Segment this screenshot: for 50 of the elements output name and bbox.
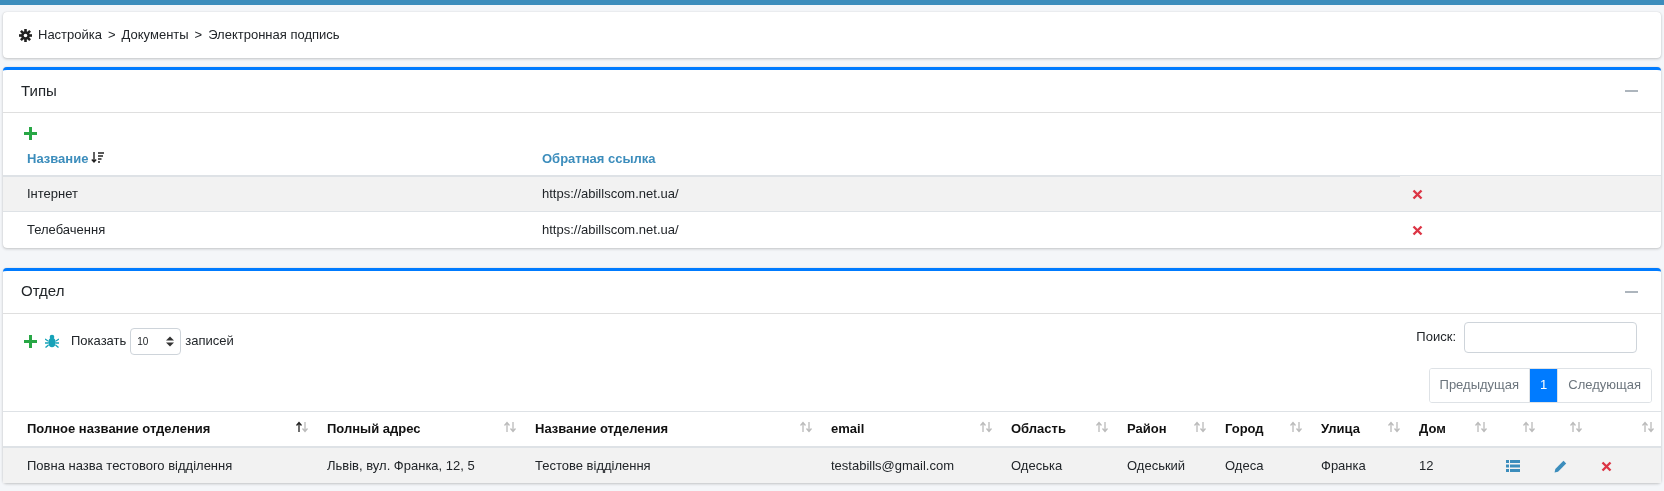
table-cell: Одеська <box>1011 457 1063 473</box>
delete-icon[interactable] <box>1412 188 1423 200</box>
table-cell: https://abillscom.net.ua/ <box>542 186 679 201</box>
column-header[interactable]: Название <box>27 150 89 166</box>
column-header[interactable]: Район <box>1127 421 1167 436</box>
add-icon[interactable] <box>24 334 37 348</box>
column-header[interactable]: Город <box>1225 421 1264 436</box>
pagination-button[interactable]: 1 <box>1529 368 1558 402</box>
column-header[interactable]: email <box>831 421 865 436</box>
table-cell: Повна назва тестового відділення <box>27 457 233 473</box>
pagination-button[interactable]: Следующая <box>1557 368 1651 402</box>
table-cell: Одеський <box>1127 457 1186 473</box>
column-header[interactable]: Улица <box>1321 421 1360 436</box>
column-header[interactable]: Дом <box>1419 421 1446 436</box>
list-icon[interactable] <box>1506 460 1520 473</box>
breadcrumb-separator: > <box>194 26 203 45</box>
column-header[interactable]: Полный адрес <box>327 421 421 436</box>
search-field[interactable] <box>1464 321 1637 353</box>
sort-icon[interactable] <box>295 420 309 433</box>
column-header[interactable]: Название отделения <box>535 421 668 436</box>
table-cell: Тестове відділення <box>535 457 651 473</box>
table-cell: Телебачення <box>27 222 106 237</box>
table-cell: 12 <box>1419 457 1434 473</box>
table-cell: testabills@gmail.com <box>831 457 954 473</box>
table-cell: https://abillscom.net.ua/ <box>542 222 679 237</box>
delete-icon[interactable] <box>1412 225 1423 237</box>
updown-icon <box>166 335 175 347</box>
settings-icon <box>19 28 32 42</box>
breadcrumb-link[interactable]: Настройка <box>38 25 102 45</box>
search-label: Поиск: <box>1416 328 1456 347</box>
panel-title: Отдел <box>21 281 65 302</box>
panel-title: Типы <box>21 80 57 101</box>
add-icon[interactable] <box>24 127 37 141</box>
pencil-icon[interactable] <box>1554 459 1567 473</box>
sort-icon[interactable] <box>91 150 105 164</box>
length-label: записей <box>185 332 234 351</box>
table-cell: Франка <box>1321 457 1366 473</box>
breadcrumb-link[interactable]: Документы <box>121 25 189 45</box>
table-cell: Інтернет <box>27 186 78 201</box>
table-cell: Львів, вул. Франка, 12, 5 <box>327 457 475 473</box>
bug-icon[interactable] <box>45 334 59 348</box>
column-header[interactable]: Полное название отделения <box>27 421 211 436</box>
length-label: Показать <box>71 332 127 351</box>
breadcrumb-current: Электронная подпись <box>208 26 340 45</box>
table-cell: Одеса <box>1225 457 1264 473</box>
delete-icon[interactable] <box>1601 460 1612 472</box>
breadcrumb-separator: > <box>108 26 116 45</box>
page-length-select[interactable]: 10 <box>130 327 182 355</box>
column-header[interactable]: Обратная ссылка <box>542 150 656 166</box>
column-header[interactable]: Область <box>1011 421 1066 436</box>
